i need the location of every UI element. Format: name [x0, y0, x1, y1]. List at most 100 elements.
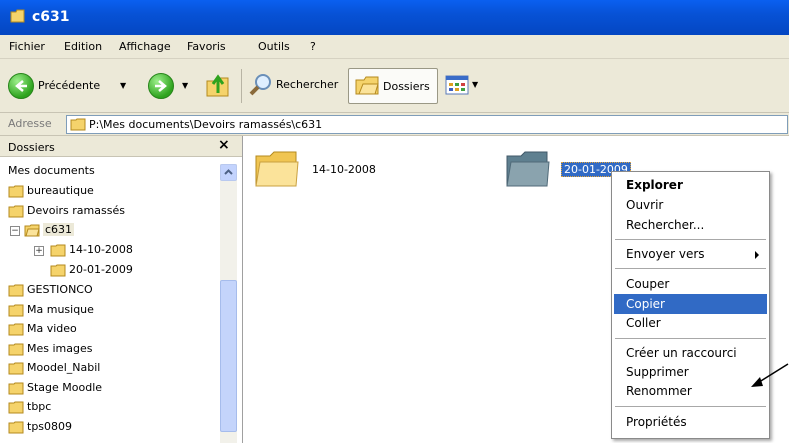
- search-button[interactable]: Rechercher: [248, 71, 342, 99]
- folder-icon: [50, 264, 66, 276]
- menu-item-coller[interactable]: Coller: [614, 313, 767, 333]
- tree-item-gestionco[interactable]: GESTIONCO: [8, 281, 93, 299]
- expand-icon[interactable]: +: [34, 246, 44, 256]
- tree-item-label: 14-10-2008: [69, 243, 133, 256]
- folder-icon: [8, 323, 24, 335]
- menu-item-label: Propriétés: [626, 415, 687, 429]
- back-button[interactable]: Précédente ▼: [8, 73, 128, 99]
- address-path: P:\Mes documents\Devoirs ramassés\c631: [89, 118, 323, 131]
- back-label: Précédente: [38, 79, 101, 92]
- menu-item-label: Envoyer vers: [626, 247, 705, 261]
- menu-item-label: Copier: [626, 297, 665, 311]
- folder-icon: [8, 401, 24, 413]
- folder-icon: [70, 118, 86, 131]
- menu-separator: [615, 338, 766, 339]
- menu-bar: Fichier Edition Affichage Favoris Outils…: [0, 35, 789, 59]
- folder-icon: [255, 151, 299, 187]
- folder-icon: [8, 421, 24, 433]
- menu-separator: [615, 239, 766, 240]
- menu-item-label: Couper: [626, 277, 670, 291]
- views-icon: [445, 75, 469, 95]
- folder-icon: [8, 382, 24, 394]
- forward-dropdown-icon[interactable]: ▼: [182, 81, 188, 90]
- tree-item-label: c631: [43, 223, 75, 236]
- address-bar: Adresse P:\Mes documents\Devoirs ramassé…: [0, 113, 789, 136]
- forward-button[interactable]: ▼: [148, 73, 192, 99]
- tree-item-ma-video[interactable]: Ma video: [8, 320, 77, 338]
- tree-item-20-01-2009[interactable]: 20-01-2009: [50, 261, 133, 279]
- toolbar: Précédente ▼ ▼ Rechercher Dossiers ▼: [0, 59, 789, 113]
- tree-item-devoirs-ramasses[interactable]: Devoirs ramassés: [8, 202, 125, 220]
- tree-item-c631[interactable]: c631: [24, 221, 75, 239]
- folder-icon: [8, 304, 24, 316]
- views-button[interactable]: ▼: [443, 68, 483, 102]
- scroll-thumb[interactable]: [220, 280, 237, 432]
- search-label: Rechercher: [276, 78, 339, 91]
- annotation-arrow-icon: [751, 363, 789, 387]
- menu-favoris[interactable]: Favoris: [187, 40, 226, 53]
- menu-affichage[interactable]: Affichage: [119, 40, 171, 53]
- tree-item-stage-moodle[interactable]: Stage Moodle: [8, 379, 102, 397]
- scroll-up-button[interactable]: [220, 164, 237, 181]
- menu-item-copier[interactable]: Copier: [614, 294, 767, 314]
- tree-item-14-10-2008[interactable]: 14-10-2008: [50, 241, 133, 259]
- folder-open-icon: [24, 224, 40, 236]
- tree-item-label: tbpc: [27, 400, 52, 413]
- menu-item-label: Renommer: [626, 384, 692, 398]
- folder-icon: [8, 284, 24, 296]
- back-dropdown-icon[interactable]: ▼: [120, 81, 126, 90]
- tree-item-bureautique[interactable]: bureautique: [8, 182, 94, 200]
- context-menu: Explorer Ouvrir Rechercher... Envoyer ve…: [611, 171, 770, 439]
- folder-item-20-01-2009[interactable]: [505, 150, 551, 193]
- menu-item-label: Ouvrir: [626, 198, 664, 212]
- menu-item-creer-raccourci[interactable]: Créer un raccourci: [614, 343, 767, 363]
- address-field[interactable]: P:\Mes documents\Devoirs ramassés\c631: [66, 115, 788, 134]
- menu-outils[interactable]: Outils: [258, 40, 290, 53]
- tree-item-mes-images[interactable]: Mes images: [8, 340, 92, 358]
- menu-separator: [615, 268, 766, 269]
- tree-item-moodel-nabil[interactable]: Moodel_Nabil: [8, 359, 100, 377]
- menu-edition[interactable]: Edition: [64, 40, 102, 53]
- folder-label-14-10-2008[interactable]: 14-10-2008: [312, 163, 376, 176]
- tree-item-tps0809[interactable]: tps0809: [8, 418, 72, 436]
- tree-item-tbpc[interactable]: tbpc: [8, 398, 51, 416]
- menu-item-couper[interactable]: Couper: [614, 274, 767, 294]
- folder-pane-header: Dossiers ×: [0, 136, 242, 157]
- title-bar: c631: [0, 0, 789, 35]
- tree-item-label: Moodel_Nabil: [27, 361, 101, 374]
- menu-item-rechercher[interactable]: Rechercher...: [614, 215, 767, 235]
- menu-item-label: Rechercher...: [626, 218, 705, 232]
- tree-item-label: Mes documents: [8, 164, 95, 177]
- tree-scrollbar[interactable]: [220, 164, 237, 443]
- menu-fichier[interactable]: Fichier: [9, 40, 45, 53]
- tree-item-mes-documents[interactable]: Mes documents: [8, 162, 95, 180]
- tree-item-label: GESTIONCO: [27, 283, 93, 296]
- folder-item-14-10-2008[interactable]: [254, 150, 300, 193]
- menu-item-label: Coller: [626, 316, 661, 330]
- tree-item-label: Mes images: [27, 342, 93, 355]
- folders-button[interactable]: Dossiers: [348, 68, 438, 104]
- menu-item-envoyer-vers[interactable]: Envoyer vers: [614, 244, 767, 264]
- search-icon: [249, 74, 271, 96]
- menu-item-explorer[interactable]: Explorer: [614, 175, 767, 195]
- folder-icon: [8, 343, 24, 355]
- folder-icon: [50, 244, 66, 256]
- folders-label: Dossiers: [383, 80, 430, 93]
- menu-item-label: Créer un raccourci: [626, 346, 737, 360]
- menu-item-label: Supprimer: [626, 365, 689, 379]
- folder-icon: [8, 185, 24, 197]
- close-icon[interactable]: ×: [218, 137, 230, 153]
- back-arrow-icon: [8, 73, 34, 99]
- folder-icon: [506, 151, 550, 187]
- window-title: c631: [32, 9, 70, 25]
- menu-item-renommer[interactable]: Renommer: [614, 381, 767, 401]
- up-folder-icon[interactable]: [205, 71, 231, 99]
- menu-item-proprietes[interactable]: Propriétés: [614, 412, 767, 432]
- menu-item-ouvrir[interactable]: Ouvrir: [614, 195, 767, 215]
- menu-item-supprimer[interactable]: Supprimer: [614, 362, 767, 382]
- collapse-icon[interactable]: −: [10, 226, 20, 236]
- tree-item-ma-musique[interactable]: Ma musique: [8, 301, 94, 319]
- views-dropdown-icon[interactable]: ▼: [472, 80, 478, 89]
- folder-pane-title: Dossiers: [8, 141, 55, 154]
- menu-help[interactable]: ?: [310, 40, 316, 53]
